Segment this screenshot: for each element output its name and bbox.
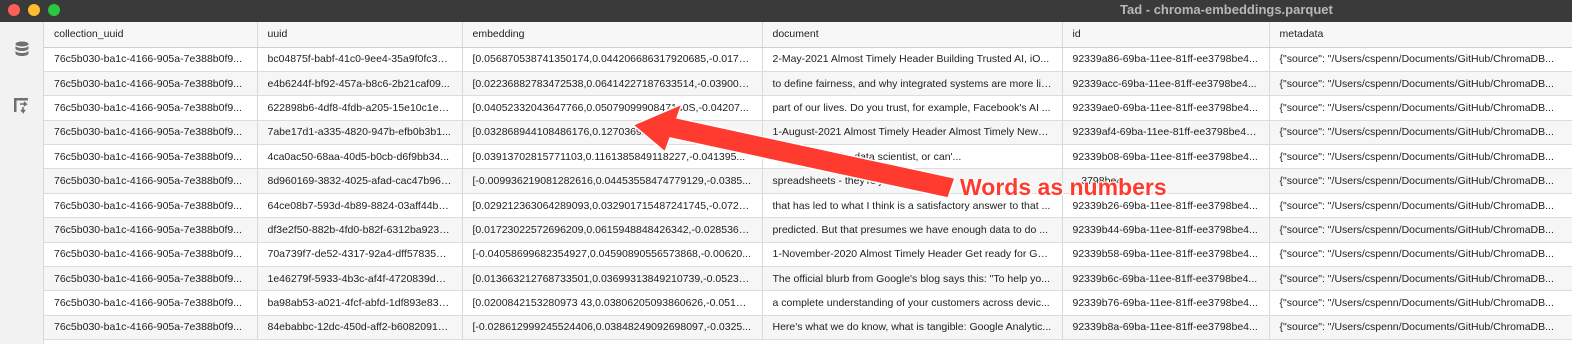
collection-uuid-cell[interactable]: 76c5b030-ba1c-4166-905a-7e388b0f9... <box>44 144 258 170</box>
metadata-cell[interactable]: {"source": "/Users/cspenn/Documents/GitH… <box>1269 217 1572 243</box>
title-bar: Tad - chroma-embeddings.parquet <box>0 0 1572 22</box>
table-row[interactable]: 76c5b030-ba1c-4166-905a-7e388b0f9... 84eb… <box>44 315 1572 341</box>
app-window: Tad - chroma-embeddings.parquet collecti… <box>0 0 1572 344</box>
database-icon[interactable] <box>12 40 32 60</box>
embedding-cell[interactable]: [0.01723022572696209,0.0615948848426342,… <box>462 217 763 243</box>
collection-uuid-cell[interactable]: 76c5b030-ba1c-4166-905a-7e388b0f9... <box>44 290 258 316</box>
metadata-cell[interactable]: {"source": "/Users/cspenn/Documents/GitH… <box>1269 144 1572 170</box>
embedding-cell[interactable]: [-0.028612999245524406,0.038482490926980… <box>462 315 763 341</box>
uuid-cell[interactable]: 8d960169-3832-4025-afad-cac47b964... <box>257 168 463 194</box>
id-cell[interactable]: 92339ae0-69ba-11ee-81ff-ee3798be4... <box>1062 95 1270 121</box>
metadata-cell[interactable]: {"source": "/Users/cspenn/Documents/GitH… <box>1269 95 1572 121</box>
embedding-cell[interactable]: [0.056870538741350174,0.0442066863179206… <box>462 47 763 72</box>
uuid-cell[interactable]: 7abe17d1-a335-4820-947b-efb0b3b1... <box>257 120 463 146</box>
id-cell[interactable]: 92339af4-69ba-11ee-81ff-ee3798be4d... <box>1062 120 1270 146</box>
collection-uuid-cell[interactable]: 76c5b030-ba1c-4166-905a-7e388b0f9... <box>44 95 258 121</box>
metadata-cell[interactable]: {"source": "/Users/cspenn/Documents/GitH… <box>1269 242 1572 268</box>
column-header-document[interactable]: document <box>762 22 1063 48</box>
id-cell[interactable]: 92339b76-69ba-11ee-81ff-ee3798be4... <box>1062 290 1270 316</box>
uuid-cell[interactable]: df3e2f50-882b-4fd0-b82f-6312ba9234... <box>257 217 463 243</box>
table-row[interactable]: 76c5b030-ba1c-4166-905a-7e388b0f9... 8d96… <box>44 168 1572 194</box>
uuid-cell[interactable]: 4ca0ac50-68aa-40d5-b0cb-d6f9bb34... <box>257 144 463 170</box>
id-cell[interactable]: 92339b6c-69ba-11ee-81ff-ee3798be4... <box>1062 266 1270 292</box>
window-title: Tad - chroma-embeddings.parquet <box>1120 2 1333 17</box>
uuid-cell[interactable]: ba98ab53-a021-4fcf-abfd-1df893e837dd <box>257 290 463 316</box>
table-row[interactable]: 76c5b030-ba1c-4166-905a-7e388b0f9... 4ca0… <box>44 144 1572 170</box>
id-cell[interactable]: 92339b44-69ba-11ee-81ff-ee3798be4... <box>1062 217 1270 243</box>
collection-uuid-cell[interactable]: 76c5b030-ba1c-4166-905a-7e388b0f9... <box>44 242 258 268</box>
table-row[interactable]: 76c5b030-ba1c-4166-905a-7e388b0f9... df3e… <box>44 217 1572 243</box>
column-header-uuid[interactable]: uuid <box>257 22 463 48</box>
metadata-cell[interactable]: {"source": "/Users/cspenn/Documents/GitH… <box>1269 120 1572 146</box>
close-button[interactable] <box>8 4 20 16</box>
pivot-icon[interactable] <box>12 95 32 115</box>
embedding-cell[interactable]: [0.04052332043647766,0.0507909990847140S… <box>462 95 763 121</box>
uuid-cell[interactable]: 64ce08b7-593d-4b89-8824-03aff44be... <box>257 193 463 219</box>
collection-uuid-cell[interactable]: 76c5b030-ba1c-4166-905a-7e388b0f9... <box>44 120 258 146</box>
document-cell[interactable]: to define fairness, and why integrated s… <box>762 71 1063 97</box>
table-row[interactable]: 76c5b030-ba1c-4166-905a-7e388b0f9... ba98… <box>44 290 1572 316</box>
metadata-cell[interactable]: {"source": "/Users/cspenn/Documents/GitH… <box>1269 290 1572 316</box>
uuid-cell[interactable]: 70a739f7-de52-4317-92a4-dff578353abf <box>257 242 463 268</box>
table-row[interactable]: 76c5b030-ba1c-4166-905a-7e388b0f9... bc04… <box>44 47 1572 72</box>
document-cell[interactable]: 1-August-2021 Almost Timely Header Almos… <box>762 120 1063 146</box>
embedding-cell[interactable]: [0.013663212768733501,0.0369931384921073… <box>462 266 763 292</box>
uuid-cell[interactable]: 84ebabbc-12dc-450d-aff2-b60820917... <box>257 315 463 341</box>
collection-uuid-cell[interactable]: 76c5b030-ba1c-4166-905a-7e388b0f9... <box>44 47 258 72</box>
document-cell[interactable]: Here's what we do know, what is tangible… <box>762 315 1063 341</box>
document-cell[interactable]: a complete understanding of your custome… <box>762 290 1063 316</box>
embedding-cell[interactable]: [0.032868944108486176,0.12703691... <box>462 120 763 146</box>
embedding-cell[interactable]: [0.02236882783472538,0.06414227187633514… <box>462 71 763 97</box>
column-header-collection-uuid[interactable]: collection_uuid <box>44 22 258 48</box>
zoom-button[interactable] <box>48 4 60 16</box>
document-cell[interactable]: predicted. But that presumes we have eno… <box>762 217 1063 243</box>
collection-uuid-cell[interactable]: 76c5b030-ba1c-4166-905a-7e388b0f9... <box>44 71 258 97</box>
column-header-metadata[interactable]: metadata <box>1269 22 1572 48</box>
metadata-cell[interactable]: {"source": "/Users/cspenn/Documents/GitH… <box>1269 266 1572 292</box>
sidebar <box>0 22 44 344</box>
document-cell[interactable]: 2-May-2021 Almost Timely Header Building… <box>762 47 1063 72</box>
metadata-cell[interactable]: {"source": "/Users/cspenn/Documents/GitH… <box>1269 47 1572 72</box>
minimize-button[interactable] <box>28 4 40 16</box>
embedding-cell[interactable]: [0.0200842153280973 43,0.038062050938606… <box>462 290 763 316</box>
id-cell[interactable]: 92339acc-69ba-11ee-81ff-ee3798be4... <box>1062 71 1270 97</box>
data-table: collection_uuid uuid embedding document … <box>44 22 1572 341</box>
table-row[interactable]: 76c5b030-ba1c-4166-905a-7e388b0f9... 7abe… <box>44 120 1572 146</box>
table-row[interactable]: 76c5b030-ba1c-4166-905a-7e388b0f9... 6228… <box>44 95 1572 121</box>
metadata-cell[interactable]: {"source": "/Users/cspenn/Documents/GitH… <box>1269 168 1572 194</box>
uuid-cell[interactable]: 1e46279f-5933-4b3c-af4f-4720839d6df4 <box>257 266 463 292</box>
uuid-cell[interactable]: e4b6244f-bf92-457a-b8c6-2b21caf09... <box>257 71 463 97</box>
metadata-cell[interactable]: {"source": "/Users/cspenn/Documents/GitH… <box>1269 315 1572 341</box>
metadata-cell[interactable]: {"source": "/Users/cspenn/Documents/GitH… <box>1269 193 1572 219</box>
document-cell[interactable]: The official blurb from Google's blog sa… <box>762 266 1063 292</box>
id-cell[interactable]: 92339b58-69ba-11ee-81ff-ee3798be4... <box>1062 242 1270 268</box>
column-header-embedding[interactable]: embedding <box>462 22 763 48</box>
table-row[interactable]: 76c5b030-ba1c-4166-905a-7e388b0f9... 70a7… <box>44 242 1572 268</box>
column-header-id[interactable]: id <box>1062 22 1270 48</box>
embedding-cell[interactable]: [0.03913702815771103,0.1161385849118227,… <box>462 144 763 170</box>
id-cell[interactable]: 92339b8a-69ba-11ee-81ff-ee3798be4... <box>1062 315 1270 341</box>
uuid-cell[interactable]: 622898b6-4df8-4fdb-a205-15e10c1e3... <box>257 95 463 121</box>
metadata-cell[interactable]: {"source": "/Users/cspenn/Documents/GitH… <box>1269 71 1572 97</box>
embedding-cell[interactable]: [0.029212363064289093,0.0329017154872417… <box>462 193 763 219</box>
header-row: collection_uuid uuid embedding document … <box>44 22 1572 48</box>
table-row[interactable]: 76c5b030-ba1c-4166-905a-7e388b0f9... 64ce… <box>44 193 1572 219</box>
document-cell[interactable]: ...engineer and a data scientist, or can… <box>762 144 1063 170</box>
collection-uuid-cell[interactable]: 76c5b030-ba1c-4166-905a-7e388b0f9... <box>44 193 258 219</box>
table-row[interactable]: 76c5b030-ba1c-4166-905a-7e388b0f9... 1e46… <box>44 266 1572 292</box>
collection-uuid-cell[interactable]: 76c5b030-ba1c-4166-905a-7e388b0f9... <box>44 217 258 243</box>
document-cell[interactable]: 1-November-2020 Almost Timely Header Get… <box>762 242 1063 268</box>
collection-uuid-cell[interactable]: 76c5b030-ba1c-4166-905a-7e388b0f9... <box>44 315 258 341</box>
table-row[interactable]: 76c5b030-ba1c-4166-905a-7e388b0f9... e4b6… <box>44 71 1572 97</box>
annotation-label: Words as numbers <box>960 174 1167 200</box>
collection-uuid-cell[interactable]: 76c5b030-ba1c-4166-905a-7e388b0f9... <box>44 266 258 292</box>
id-cell[interactable]: 92339a86-69ba-11ee-81ff-ee3798be4... <box>1062 47 1270 72</box>
uuid-cell[interactable]: bc04875f-babf-41c0-9ee4-35a9f0fc33ea <box>257 47 463 72</box>
id-cell[interactable]: 92339b08-69ba-11ee-81ff-ee3798be4... <box>1062 144 1270 170</box>
collection-uuid-cell[interactable]: 76c5b030-ba1c-4166-905a-7e388b0f9... <box>44 168 258 194</box>
document-cell[interactable]: part of our lives. Do you trust, for exa… <box>762 95 1063 121</box>
embedding-cell[interactable]: [-0.009936219081282616,0.044535584747791… <box>462 168 763 194</box>
embedding-cell[interactable]: [-0.04058699682354927,0.0459089055657386… <box>462 242 763 268</box>
data-grid[interactable]: collection_uuid uuid embedding document … <box>44 22 1572 344</box>
